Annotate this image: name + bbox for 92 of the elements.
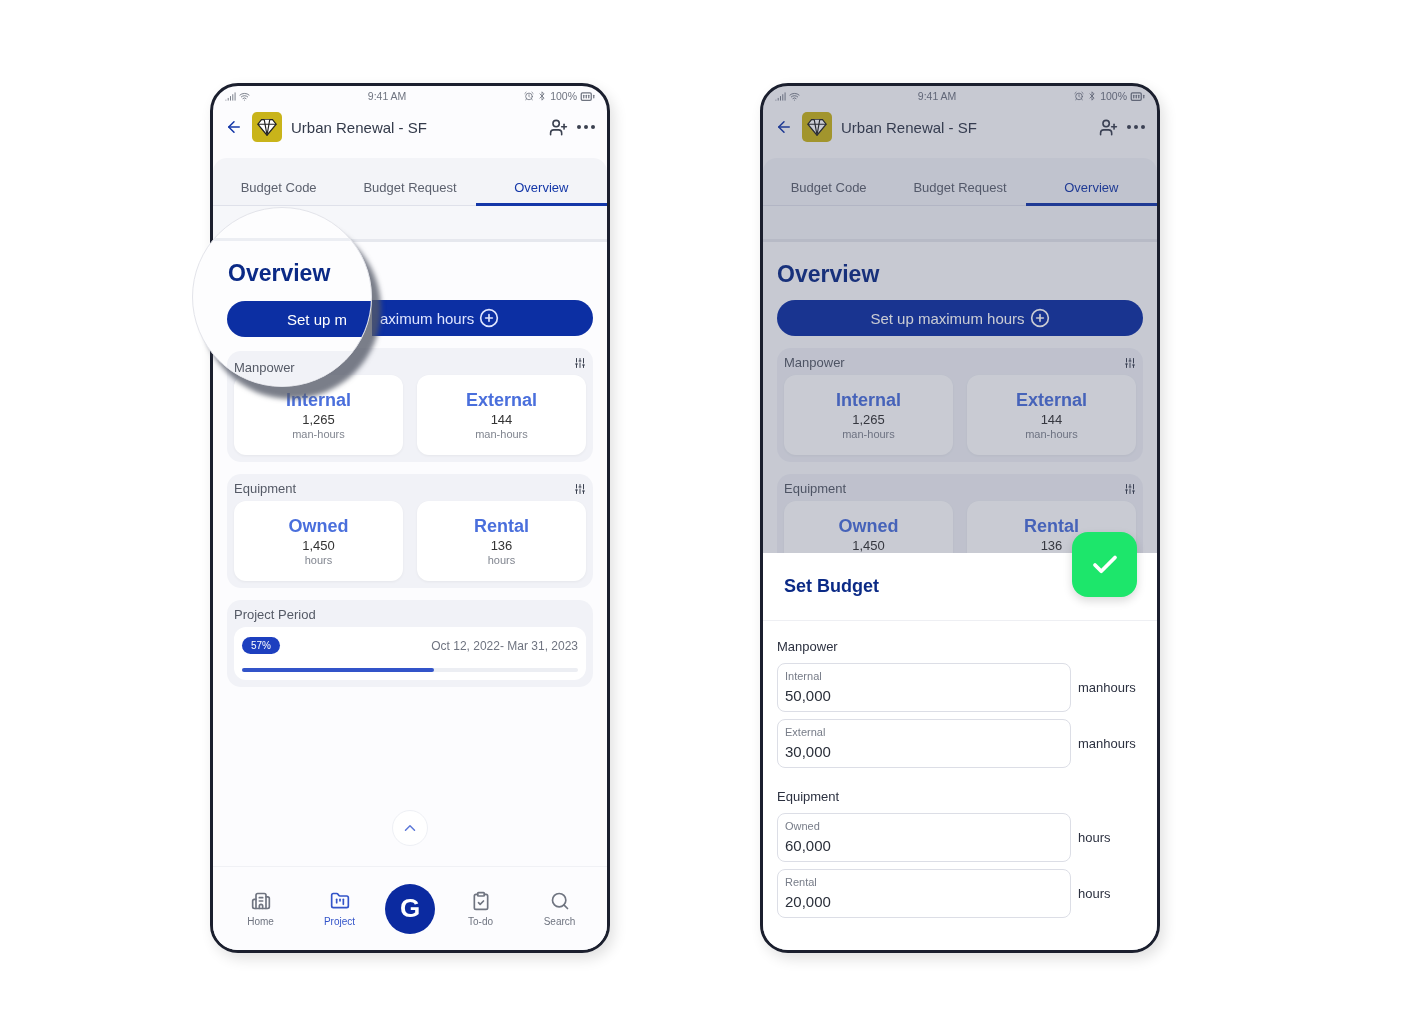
stat-unit: man-hours <box>842 428 895 440</box>
unit-label: hours <box>1078 886 1111 901</box>
stat-value: 136 <box>490 538 513 553</box>
center-button[interactable]: G <box>385 883 435 934</box>
setup-hours-button[interactable]: Set up maximum hours <box>777 300 1143 336</box>
nav-item[interactable]: Project <box>300 889 379 928</box>
panel-title: Manpower <box>234 360 295 375</box>
status-time: 9:41 AM <box>367 90 407 102</box>
project-logo <box>802 112 832 142</box>
sliders-icon <box>574 356 586 369</box>
unit-label: manhours <box>1078 680 1136 695</box>
more-icon <box>1127 125 1145 129</box>
status-time: 9:41 AM <box>917 90 957 102</box>
tab[interactable]: Budget Request <box>894 172 1026 206</box>
back-button[interactable] <box>775 118 793 136</box>
battery-level: 100% <box>1100 90 1127 102</box>
bluetooth-icon <box>537 91 548 101</box>
project-title: Urban Renewal - SF <box>841 118 978 136</box>
stat-label: External <box>465 390 537 411</box>
stat-value: 1,450 <box>302 538 335 553</box>
bluetooth-icon <box>1087 91 1098 101</box>
stat-value: 144 <box>490 412 513 427</box>
stat-value: 1,450 <box>852 537 885 553</box>
setup-hours-button[interactable]: aximum hours <box>372 300 593 336</box>
wifi-icon <box>239 90 250 102</box>
stat-unit: man-hours <box>1025 428 1078 440</box>
panel-title: Project Period <box>234 607 316 622</box>
panel-title: Equipment <box>234 481 297 496</box>
plus-circle-icon <box>1029 308 1050 328</box>
project-title: Urban Renewal - SF <box>291 118 428 136</box>
tab[interactable]: Budget Code <box>763 172 895 206</box>
stat-value: 144 <box>1040 412 1063 427</box>
sliders-icon <box>574 482 586 495</box>
wifi-icon <box>789 90 800 102</box>
filter-button[interactable] <box>1124 356 1136 369</box>
stat-label: Internal <box>836 390 901 411</box>
stat-unit: hours <box>304 554 333 566</box>
back-button[interactable] <box>225 118 243 136</box>
signal-icon <box>225 90 236 102</box>
battery-level: 100% <box>550 90 577 102</box>
alarm-icon <box>1074 91 1085 101</box>
panel-title: Manpower <box>784 355 845 370</box>
folder-icon <box>329 890 350 911</box>
field-label: Rental <box>785 876 817 888</box>
stat-label: Owned <box>838 515 899 537</box>
setup-hours-button[interactable]: Set up m <box>227 301 371 337</box>
sliders-icon <box>1124 356 1136 369</box>
more-button[interactable] <box>1127 125 1145 129</box>
field-label: External <box>785 726 826 738</box>
project-logo <box>252 112 282 142</box>
stat-value: 1,265 <box>302 412 335 427</box>
nav-item[interactable]: Home <box>221 889 300 928</box>
more-button[interactable] <box>577 125 595 129</box>
period-dates: Oct 12, 2022- Mar 31, 2023 <box>431 638 578 653</box>
building-icon <box>250 890 271 911</box>
field-label: Owned <box>785 820 820 832</box>
stat-label: Rental <box>1024 515 1079 537</box>
progress-badge: 57% <box>242 637 280 654</box>
unit-label: hours <box>1078 830 1111 845</box>
filter-button[interactable] <box>574 482 586 495</box>
filter-button[interactable] <box>574 356 586 369</box>
add-user-button[interactable] <box>549 117 568 137</box>
alarm-icon <box>524 91 535 101</box>
panel-title: Equipment <box>784 481 847 496</box>
stat-label: Rental <box>474 516 529 537</box>
page-heading: Overview <box>228 260 331 287</box>
tab[interactable]: Budget Request <box>344 172 476 206</box>
group-title: Equipment <box>777 789 841 804</box>
add-user-icon <box>549 117 568 137</box>
more-icon <box>577 125 595 129</box>
page-heading: Overview <box>777 261 880 288</box>
stat-unit: hours <box>487 554 516 566</box>
stat-label: Internal <box>286 390 351 411</box>
search-icon <box>549 890 570 911</box>
nav-item[interactable]: To-do <box>441 889 520 928</box>
plus-circle-icon <box>479 308 500 328</box>
stat-unit: man-hours <box>292 428 345 440</box>
filter-button[interactable] <box>1124 482 1136 495</box>
unit-label: manhours <box>1078 736 1136 751</box>
field-label: Internal <box>785 670 822 682</box>
stat-value: 136 <box>1040 537 1063 553</box>
stat-label: Owned <box>288 516 349 537</box>
signal-icon <box>775 90 786 102</box>
nav-item[interactable]: Search <box>520 889 599 928</box>
stat-label: External <box>1015 390 1087 411</box>
add-user-button[interactable] <box>1099 117 1118 137</box>
add-user-icon <box>1099 117 1118 137</box>
group-title: Manpower <box>777 639 839 654</box>
sliders-icon <box>1124 482 1136 495</box>
stat-unit: man-hours <box>475 428 528 440</box>
stat-value: 1,265 <box>852 412 885 427</box>
tab[interactable]: Budget Code <box>213 172 345 206</box>
